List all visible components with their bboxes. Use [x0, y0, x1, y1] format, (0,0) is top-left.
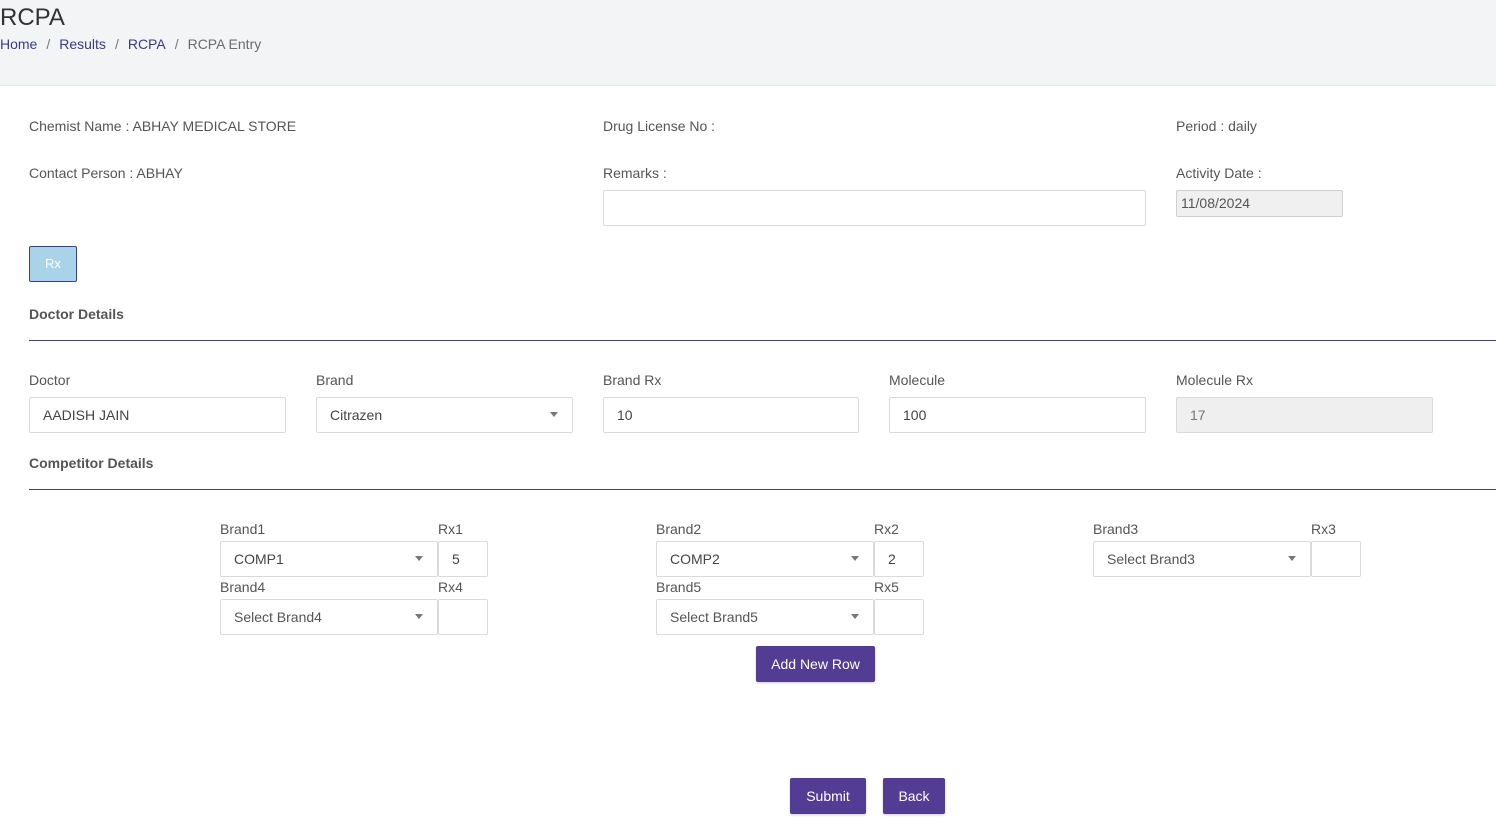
brand5-select-value: Select Brand5 [670, 609, 758, 625]
chevron-down-icon [415, 614, 423, 619]
brand-rx-input[interactable] [603, 397, 859, 433]
contact-person: Contact Person : ABHAY [29, 165, 183, 181]
breadcrumb-separator: / [46, 36, 51, 52]
brand3-select[interactable]: Select Brand3 [1093, 541, 1311, 577]
chevron-down-icon [415, 556, 423, 561]
brand1-label: Brand1 [220, 521, 266, 537]
brand-select[interactable]: Citrazen [316, 397, 573, 433]
drug-license-no: Drug License No : [603, 118, 716, 134]
section-divider [29, 489, 1496, 490]
brand2-label: Brand2 [656, 521, 702, 537]
brand5-select[interactable]: Select Brand5 [656, 599, 874, 635]
breadcrumb-separator: / [174, 36, 179, 52]
breadcrumb: Home / Results / RCPA / RCPA Entry [0, 36, 261, 52]
page-header: RCPA Home / Results / RCPA / RCPA Entry [0, 0, 1496, 86]
brand-rx-label: Brand Rx [603, 372, 662, 388]
rx2-input[interactable] [874, 541, 924, 577]
breadcrumb-home[interactable]: Home [0, 36, 37, 52]
remarks-label: Remarks : [603, 165, 667, 181]
rx1-label: Rx1 [438, 521, 463, 537]
rx2-label: Rx2 [874, 521, 899, 537]
chevron-down-icon [851, 614, 859, 619]
chemist-name: Chemist Name : ABHAY MEDICAL STORE [29, 118, 297, 134]
period: Period : daily [1176, 118, 1257, 134]
chevron-down-icon [1288, 556, 1296, 561]
brand4-select[interactable]: Select Brand4 [220, 599, 438, 635]
rx4-label: Rx4 [438, 579, 463, 595]
competitor-details-title: Competitor Details [29, 455, 154, 471]
breadcrumb-rcpa[interactable]: RCPA [128, 36, 166, 52]
breadcrumb-current: RCPA Entry [187, 36, 262, 52]
brand5-label: Brand5 [656, 579, 702, 595]
molecule-label: Molecule [889, 372, 946, 388]
chevron-down-icon [851, 556, 859, 561]
page-title: RCPA [0, 4, 65, 31]
rx1-input[interactable] [438, 541, 488, 577]
section-divider [29, 340, 1496, 341]
brand4-label: Brand4 [220, 579, 266, 595]
breadcrumb-results[interactable]: Results [59, 36, 106, 52]
molecule-input[interactable] [889, 397, 1146, 433]
doctor-details-title: Doctor Details [29, 306, 124, 322]
doctor-input[interactable] [29, 397, 286, 433]
brand1-select[interactable]: COMP1 [220, 541, 438, 577]
molecule-rx-label: Molecule Rx [1176, 372, 1254, 388]
brand4-select-value: Select Brand4 [234, 609, 322, 625]
brand2-select[interactable]: COMP2 [656, 541, 874, 577]
brand3-select-value: Select Brand3 [1107, 551, 1195, 567]
back-button[interactable]: Back [883, 778, 945, 814]
activity-date-label: Activity Date : [1176, 165, 1262, 181]
submit-button[interactable]: Submit [790, 778, 866, 814]
chevron-down-icon [550, 412, 558, 417]
molecule-rx-input [1176, 397, 1433, 433]
brand1-select-value: COMP1 [234, 551, 284, 567]
rx-button[interactable]: Rx [29, 246, 77, 282]
rx4-input[interactable] [438, 599, 488, 635]
doctor-label: Doctor [29, 372, 71, 388]
brand2-select-value: COMP2 [670, 551, 720, 567]
brand3-label: Brand3 [1093, 521, 1139, 537]
breadcrumb-separator: / [114, 36, 119, 52]
brand-select-value: Citrazen [330, 407, 383, 423]
rx3-input[interactable] [1311, 541, 1361, 577]
activity-date-input[interactable]: 11/08/2024 [1176, 190, 1343, 217]
rx5-input[interactable] [874, 599, 924, 635]
rx3-label: Rx3 [1311, 521, 1336, 537]
add-new-row-button[interactable]: Add New Row [756, 646, 875, 682]
brand-label: Brand [316, 372, 354, 388]
rx5-label: Rx5 [874, 579, 899, 595]
remarks-input[interactable] [603, 190, 1146, 226]
